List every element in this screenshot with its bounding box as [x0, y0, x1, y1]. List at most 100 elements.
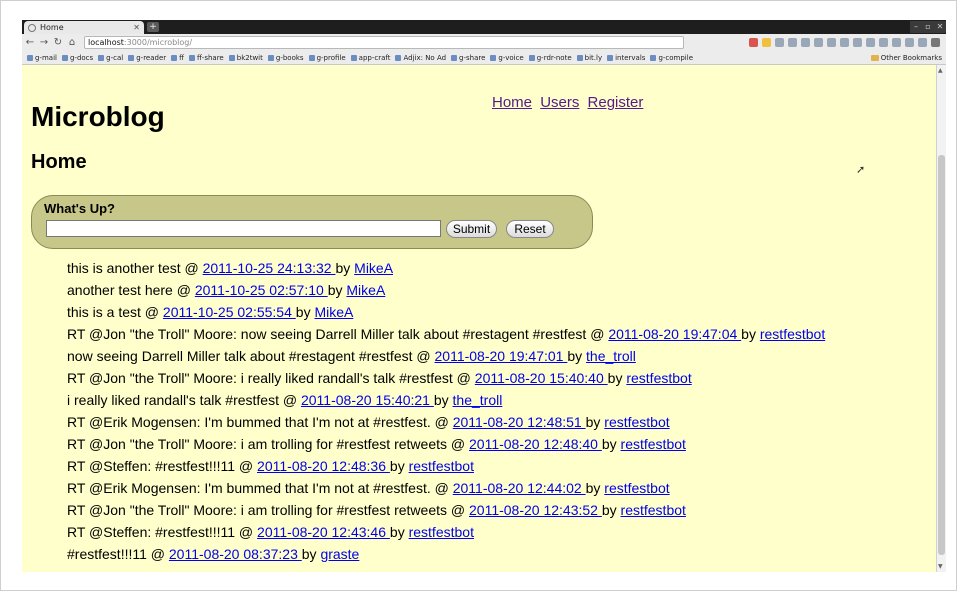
bookmark-item[interactable]: ff	[171, 54, 184, 62]
message-date-link[interactable]: 2011-08-20 15:40:21	[301, 392, 434, 408]
bookmark-item[interactable]: Adjix: No Ad	[395, 54, 446, 62]
bookmark-label: ff-share	[196, 53, 224, 62]
bookmark-label: bk2twit	[236, 53, 263, 62]
message-date-link[interactable]: 2011-10-25 24:13:32	[203, 260, 336, 276]
submit-button[interactable]: Submit	[446, 220, 497, 238]
message-date-link[interactable]: 2011-08-20 12:43:46	[257, 524, 390, 540]
scrollbar-thumb[interactable]	[938, 155, 945, 555]
user-link[interactable]: restfestbot	[621, 502, 686, 518]
user-link[interactable]: restfestbot	[626, 370, 691, 386]
address-bar[interactable]: localhost:3000/microblog/	[84, 36, 684, 49]
scroll-up-icon[interactable]: ▲	[938, 67, 943, 74]
message-date-link[interactable]: 2011-10-25 02:55:54	[163, 304, 296, 320]
message-date-link[interactable]: 2011-08-20 12:48:36	[257, 458, 390, 474]
maximize-icon[interactable]: ▫	[922, 21, 934, 33]
bookmark-item[interactable]: g-share	[451, 54, 485, 62]
message-text: another test here @	[67, 282, 195, 298]
message-date-link[interactable]: 2011-10-25 02:57:10	[195, 282, 328, 298]
bookmark-item[interactable]: g-mail	[27, 54, 57, 62]
back-icon[interactable]: ←	[24, 37, 36, 48]
by-text: by	[335, 260, 355, 276]
extension-icon[interactable]	[879, 38, 888, 47]
bookmark-item[interactable]: g-reader	[128, 54, 166, 62]
reset-button[interactable]: Reset	[506, 220, 554, 238]
extension-icon[interactable]	[853, 38, 862, 47]
extension-icon[interactable]	[840, 38, 849, 47]
wrench-icon[interactable]	[931, 38, 940, 47]
message-date-link[interactable]: 2011-08-20 19:47:01	[435, 348, 568, 364]
bookmark-item[interactable]: g-compile	[650, 54, 693, 62]
star-icon[interactable]	[762, 38, 771, 47]
bookmark-item[interactable]: ff-share	[188, 53, 224, 62]
nav-link-users[interactable]: Users	[540, 94, 579, 111]
message-text: this is a test @	[67, 304, 163, 320]
close-tab-icon[interactable]: ✕	[133, 23, 140, 32]
bookmark-item[interactable]: bit.ly	[576, 54, 602, 62]
user-link[interactable]: the_troll	[586, 348, 636, 364]
message-text: RT @Erik Mogensen: I'm bummed that I'm n…	[67, 480, 453, 496]
user-link[interactable]: restfestbot	[409, 458, 474, 474]
extension-icon[interactable]	[827, 38, 836, 47]
bookmark-item[interactable]: g-rdr-note	[528, 54, 572, 62]
bookmark-item[interactable]: g-voice	[490, 54, 524, 62]
bookmark-item[interactable]: g-books	[267, 54, 304, 62]
user-link[interactable]: the_troll	[453, 392, 503, 408]
extension-icon[interactable]	[892, 38, 901, 47]
nav-link-register[interactable]: Register	[588, 94, 644, 111]
by-text: by	[295, 304, 315, 320]
extension-icon[interactable]	[775, 38, 784, 47]
feed-item: this is another test @ 2011-10-25 24:13:…	[67, 259, 825, 281]
feed-item: RT @Erik Mogensen: I'm bummed that I'm n…	[67, 479, 825, 501]
user-link[interactable]: graste	[320, 546, 359, 562]
message-text: RT @Jon "the Troll" Moore: i am trolling…	[67, 436, 469, 452]
bookmark-icon	[171, 54, 178, 61]
bookmark-item[interactable]: g-cal	[98, 54, 123, 62]
reload-icon[interactable]: ↻	[52, 37, 64, 48]
close-window-icon[interactable]: ✕	[934, 21, 946, 33]
bookmark-item[interactable]: g-docs	[61, 54, 93, 62]
home-icon[interactable]: ⌂	[66, 37, 78, 48]
bookmark-label: g-mail	[35, 53, 57, 62]
status-input[interactable]	[46, 220, 441, 237]
bookmark-item[interactable]: g-profile	[308, 54, 346, 62]
user-link[interactable]: restfestbot	[621, 436, 686, 452]
message-date-link[interactable]: 2011-08-20 12:48:40	[469, 436, 602, 452]
extension-icon[interactable]	[866, 38, 875, 47]
user-link[interactable]: MikeA	[354, 260, 393, 276]
feed-item: RT @Erik Mogensen: I'm bummed that I'm n…	[67, 413, 825, 435]
extension-icon[interactable]	[814, 38, 823, 47]
status-form-label: What's Up?	[44, 201, 115, 216]
message-date-link[interactable]: 2011-08-20 08:37:23	[169, 546, 302, 562]
site-title: Microblog	[31, 101, 165, 132]
forward-icon[interactable]: →	[38, 37, 50, 48]
bookmark-item[interactable]: app-craft	[350, 54, 390, 62]
nav-link-home[interactable]: Home	[492, 94, 532, 111]
extension-icon[interactable]	[788, 38, 797, 47]
bookmark-item[interactable]: bk2twit	[228, 53, 263, 62]
message-date-link[interactable]: 2011-08-20 19:47:04	[608, 326, 741, 342]
message-date-link[interactable]: 2011-08-20 12:48:51	[453, 414, 586, 430]
site-nav: Home Users Register	[492, 94, 647, 111]
minimize-icon[interactable]: –	[910, 21, 922, 33]
bookmark-icon	[61, 54, 68, 61]
message-date-link[interactable]: 2011-08-20 12:43:52	[469, 502, 602, 518]
browser-tab[interactable]: Home ✕	[24, 21, 144, 34]
message-date-link[interactable]: 2011-08-20 12:44:02	[453, 480, 586, 496]
user-link[interactable]: restfestbot	[409, 524, 474, 540]
extension-icon[interactable]	[801, 38, 810, 47]
scroll-down-icon[interactable]: ▼	[938, 563, 943, 570]
other-bookmarks[interactable]: Other Bookmarks	[870, 54, 942, 62]
user-link[interactable]: restfestbot	[760, 326, 825, 342]
user-link[interactable]: restfestbot	[604, 480, 669, 496]
extension-icon[interactable]	[918, 38, 927, 47]
vertical-scrollbar[interactable]: ▲ ▼	[936, 65, 946, 572]
user-link[interactable]: restfestbot	[604, 414, 669, 430]
feed-item: RT @Jon "the Troll" Moore: i really like…	[67, 369, 825, 391]
message-date-link[interactable]: 2011-08-20 15:40:40	[475, 370, 608, 386]
user-link[interactable]: MikeA	[346, 282, 385, 298]
bookmark-item[interactable]: intervals	[607, 54, 645, 62]
extension-icon[interactable]	[749, 38, 758, 47]
user-link[interactable]: MikeA	[314, 304, 353, 320]
new-tab-button[interactable]: +	[147, 22, 159, 32]
extension-icon[interactable]	[905, 38, 914, 47]
